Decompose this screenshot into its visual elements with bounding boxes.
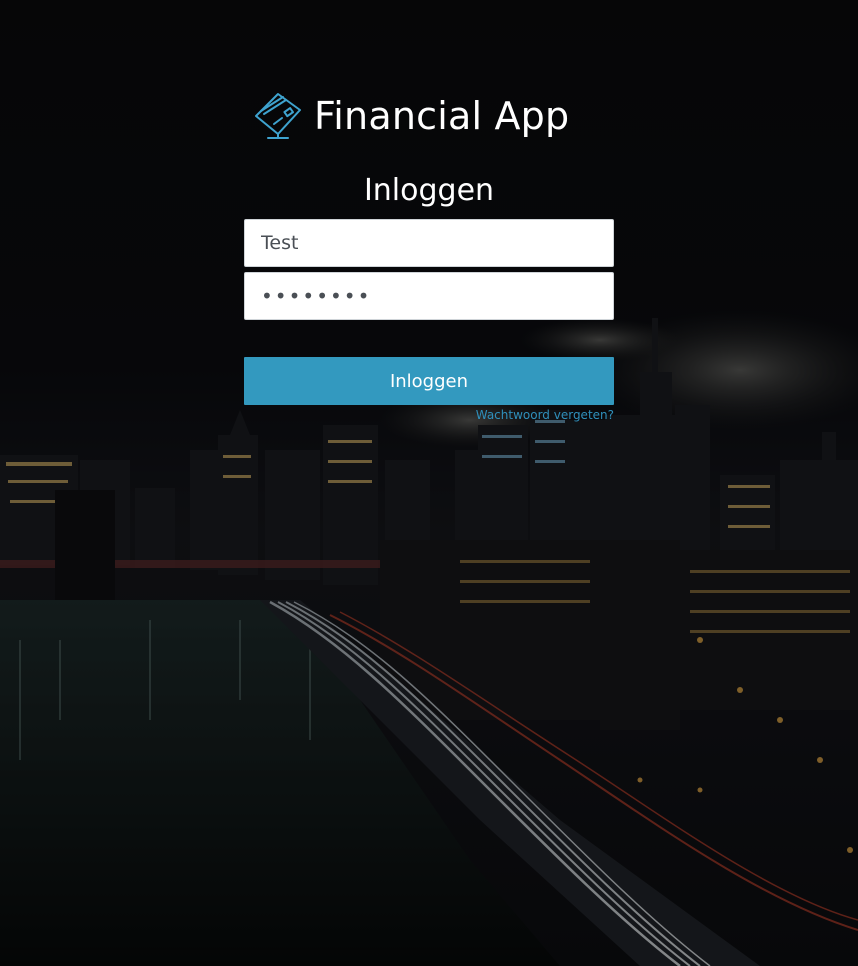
credit-card-icon (255, 93, 301, 139)
password-input[interactable] (244, 272, 614, 320)
username-input[interactable] (244, 219, 614, 267)
login-button[interactable]: Inloggen (244, 357, 614, 405)
login-page: Financial App Inloggen Inloggen Wachtwoo… (0, 0, 858, 966)
login-heading: Inloggen (363, 173, 495, 208)
forgot-password-link[interactable]: Wachtwoord vergeten? (476, 408, 614, 422)
app-logo: Financial App (252, 88, 569, 144)
app-title: Financial App (314, 94, 570, 138)
night-city-skyline-image (0, 0, 858, 966)
